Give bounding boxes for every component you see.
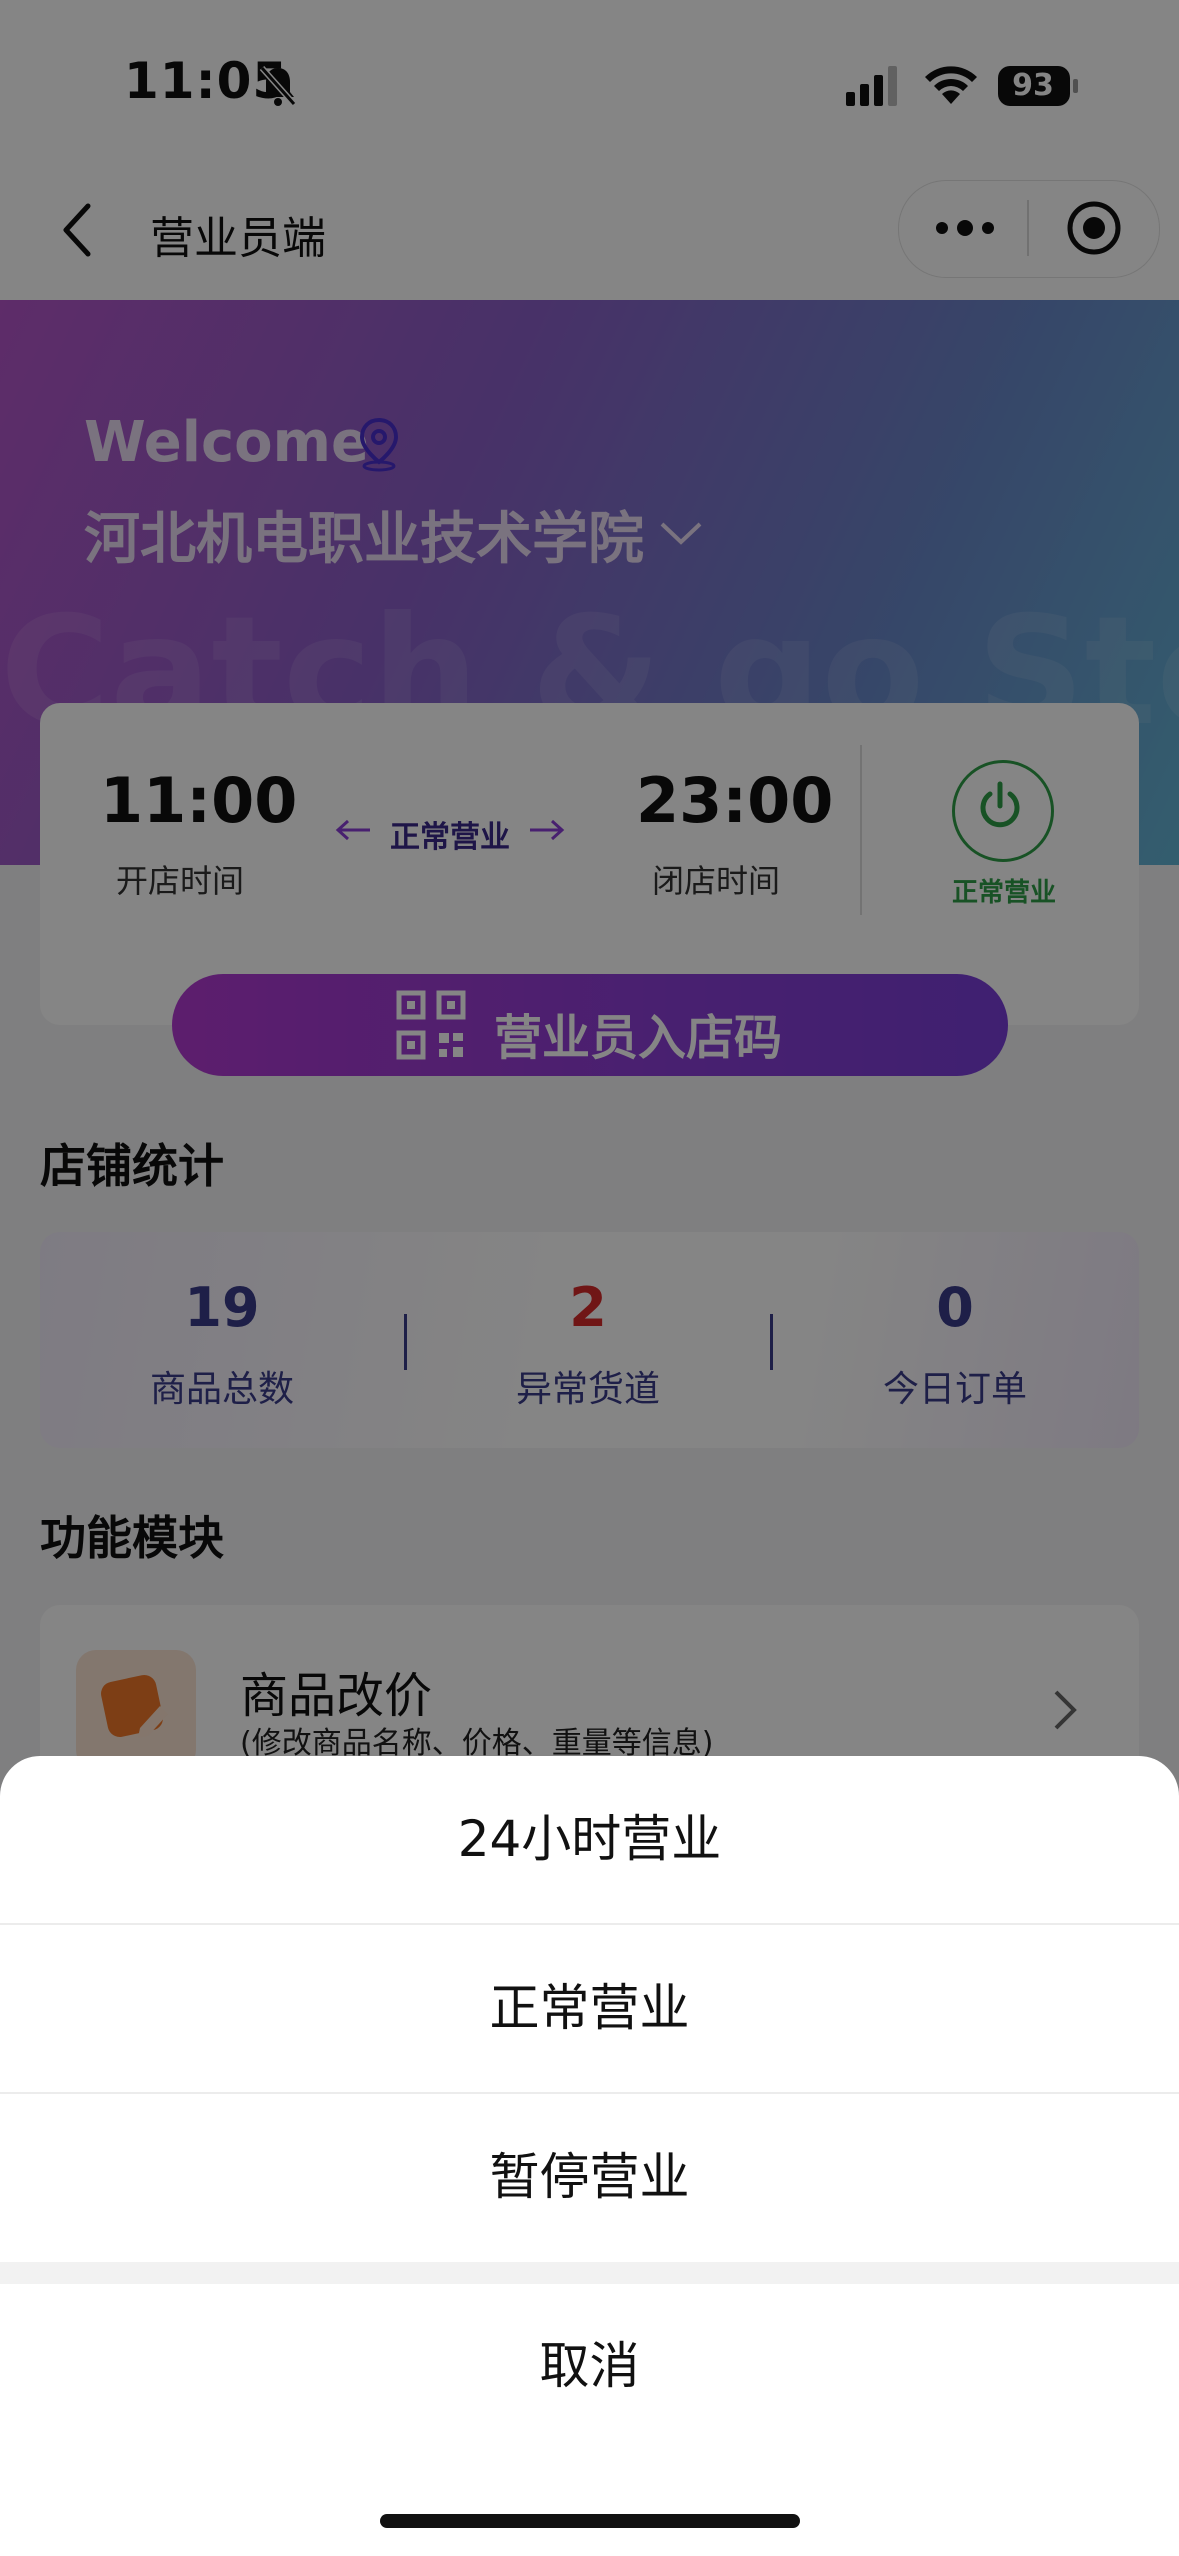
option-24h[interactable]: 24小时营业 (0, 1756, 1179, 1922)
sheet-gap (0, 2262, 1179, 2284)
option-pause[interactable]: 暂停营业 (0, 2094, 1179, 2260)
option-normal[interactable]: 正常营业 (0, 1925, 1179, 2091)
cancel-button[interactable]: 取消 (0, 2284, 1179, 2448)
home-indicator (380, 2514, 800, 2528)
